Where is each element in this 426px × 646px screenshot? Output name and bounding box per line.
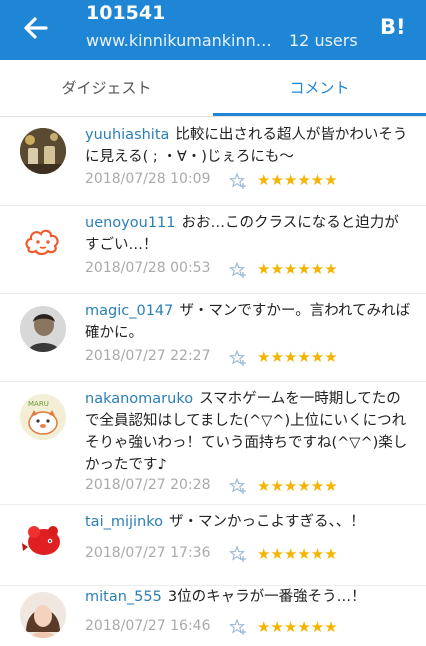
comment-date: 2018/07/27 16:46 <box>85 618 211 634</box>
avatar: MARU <box>20 394 66 440</box>
comment-date: 2018/07/28 10:09 <box>85 171 211 187</box>
users-count: 12 users <box>289 31 358 50</box>
comment-text: ザ・マンかっこよすぎる、、！ <box>169 514 365 530</box>
tab-active-indicator <box>213 113 426 116</box>
star-rating: ★★★★★★ <box>257 260 338 278</box>
page-url: www.kinnikumankinnikumankinnikuman <box>86 31 272 50</box>
add-star-icon[interactable] <box>229 618 247 636</box>
hatena-bookmark-icon[interactable]: B! <box>380 14 406 40</box>
list-item[interactable]: tai_mijinko ザ・マンかっこよすぎる、、！ 2018/07/27 17:… <box>0 505 426 586</box>
comment-user[interactable]: nakanomaruko <box>85 391 193 407</box>
add-star-icon[interactable] <box>229 172 247 190</box>
star-rating: ★★★★★★ <box>257 545 338 563</box>
avatar <box>20 592 66 638</box>
star-rating: ★★★★★★ <box>257 171 338 189</box>
arrow-left-icon[interactable] <box>20 12 52 44</box>
avatar <box>20 517 66 563</box>
comment-user[interactable]: uenoyou111 <box>85 215 176 231</box>
list-item[interactable]: mitan_555 3位のキャラが一番強そう…！ 2018/07/27 16:46… <box>0 586 426 646</box>
add-star-icon[interactable] <box>229 349 247 367</box>
avatar <box>20 218 66 264</box>
list-item[interactable]: MARU nakanomaruko スマホゲームを一時期してたので全員認知はしてま… <box>0 382 426 505</box>
comment-user[interactable]: yuuhiashita <box>85 127 169 143</box>
avatar <box>20 306 66 352</box>
comment-date: 2018/07/27 22:27 <box>85 348 211 364</box>
comment-user[interactable]: mitan_555 <box>85 589 162 605</box>
add-star-icon[interactable] <box>229 477 247 495</box>
comment-date: 2018/07/28 00:53 <box>85 260 211 276</box>
star-rating: ★★★★★★ <box>257 477 338 495</box>
comment-date: 2018/07/27 17:36 <box>85 545 211 561</box>
add-star-icon[interactable] <box>229 261 247 279</box>
list-item[interactable]: magic_0147 ザ・マンですかー。言われてみれば確かに。 2018/07/2… <box>0 294 426 382</box>
app-bar: 101541 www.kinnikumankinnikumankinnikuma… <box>0 0 426 60</box>
comment-user[interactable]: magic_0147 <box>85 303 173 319</box>
tab-digest[interactable]: ダイジェスト <box>0 60 213 116</box>
page-title: 101541 <box>86 2 166 24</box>
tab-bar: ダイジェスト コメント <box>0 60 426 117</box>
add-star-icon[interactable] <box>229 545 247 563</box>
tab-comments[interactable]: コメント <box>213 60 426 116</box>
star-rating: ★★★★★★ <box>257 618 338 636</box>
comment-text: 3位のキャラが一番強そう…！ <box>167 589 366 605</box>
list-item[interactable]: uenoyou111 おお…このクラスになると迫力がすごい…！ 2018/07/2… <box>0 206 426 294</box>
list-item[interactable]: yuuhiashita 比較に出される超人が皆かわいそうに見える( ; ・∀・)じ… <box>0 118 426 206</box>
star-rating: ★★★★★★ <box>257 348 338 366</box>
avatar <box>20 128 66 174</box>
comment-date: 2018/07/27 20:28 <box>85 477 211 493</box>
comment-user[interactable]: tai_mijinko <box>85 514 163 530</box>
svg-text:MARU: MARU <box>28 400 49 408</box>
